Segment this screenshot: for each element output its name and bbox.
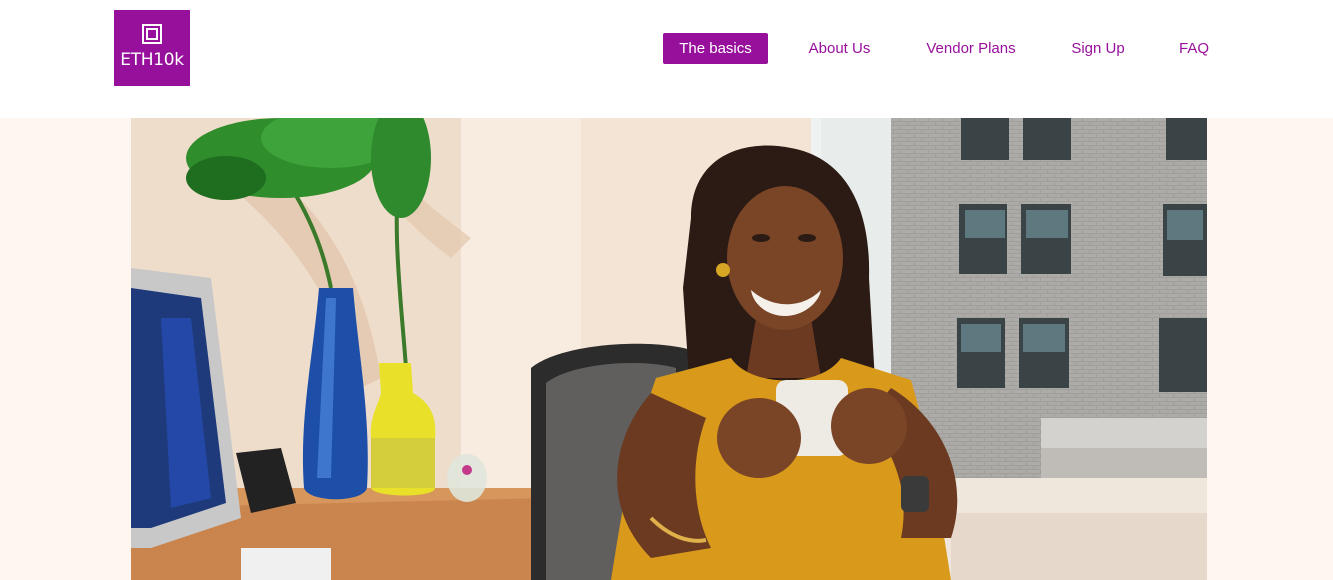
nav-item-vendor-plans[interactable]: Vendor Plans: [920, 33, 1022, 64]
hero-image: [131, 118, 1207, 580]
hero-photo-illustration: [131, 118, 1207, 580]
nav-item-sign-up[interactable]: Sign Up: [1066, 33, 1130, 64]
nav-item-faq[interactable]: FAQ: [1174, 33, 1214, 64]
site-header: ETH10k The basics About Us Vendor Plans …: [0, 0, 1333, 118]
nav-item-the-basics[interactable]: The basics: [663, 33, 768, 64]
main-nav: The basics About Us Vendor Plans Sign Up…: [0, 33, 1333, 64]
nav-item-about-us[interactable]: About Us: [802, 33, 877, 64]
